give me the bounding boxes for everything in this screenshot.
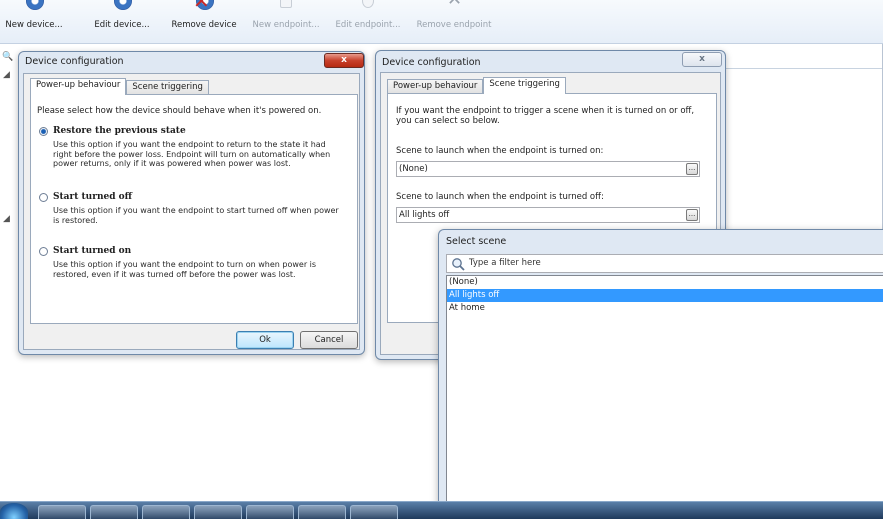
taskbar-media-icon[interactable] [90, 505, 138, 519]
option-label: Restore the previous state [53, 126, 186, 136]
ok-button[interactable]: Ok [236, 331, 294, 349]
taskbar [0, 501, 883, 519]
option-label: Start turned on [53, 246, 132, 256]
tab-scene-triggering[interactable]: Scene triggering [126, 80, 209, 95]
edit-device-button[interactable]: Edit device... [94, 0, 150, 44]
remove-endpoint-button[interactable]: ✕ Remove endpoint [416, 0, 492, 44]
scene-list[interactable]: (None) All lights off At home [446, 275, 883, 505]
app-window: New device... Edit device... ✕ Remove de… [0, 0, 883, 519]
remove-device-icon: ✕ [191, 0, 217, 18]
off-scene-field[interactable]: All lights off ... [396, 207, 700, 223]
taskbar-explorer-icon[interactable] [38, 505, 86, 519]
remove-endpoint-label: Remove endpoint [416, 20, 492, 30]
edit-device-label: Edit device... [94, 20, 150, 30]
taskbar-browser-icon[interactable] [142, 505, 190, 519]
toolbar: New device... Edit device... ✕ Remove de… [0, 0, 883, 44]
radio-selected-icon[interactable] [39, 126, 48, 136]
tab-power-up-behaviour[interactable]: Power-up behaviour [387, 79, 484, 94]
new-endpoint-label: New endpoint... [252, 20, 320, 30]
select-scene-title: Select scene [446, 236, 507, 247]
option-description: Use this option if you want the endpoint… [53, 140, 331, 168]
filter-placeholder: Type a filter here [469, 258, 541, 268]
browse-off-scene-button[interactable]: ... [686, 209, 698, 221]
tab-power-up-behaviour[interactable]: Power-up behaviour [30, 78, 127, 95]
start-orb-icon[interactable] [0, 503, 28, 519]
dialog-body: Power-up behaviour Scene triggering Plea… [23, 73, 360, 350]
new-device-button[interactable]: New device... [5, 0, 63, 44]
tab-strip: Power-up behaviour Scene triggering [30, 78, 209, 95]
remove-device-label: Remove device [171, 20, 237, 30]
power-up-panel: Please select how the device should beha… [30, 94, 358, 324]
edit-endpoint-label: Edit endpoint... [335, 20, 401, 30]
new-device-icon [21, 0, 47, 18]
option-label: Start turned off [53, 192, 133, 202]
taskbar-vs-icon[interactable] [246, 505, 294, 519]
off-scene-label: Scene to launch when the endpoint is tur… [396, 192, 604, 202]
tab-strip: Power-up behaviour Scene triggering [387, 77, 566, 94]
on-scene-value: (None) [399, 164, 428, 174]
new-endpoint-icon [273, 0, 299, 18]
power-up-prompt: Please select how the device should beha… [37, 106, 322, 116]
content-divider [722, 68, 882, 69]
remove-endpoint-icon: ✕ [441, 0, 467, 18]
radio-icon[interactable] [39, 192, 48, 202]
dialog-title: Device configuration [382, 57, 481, 68]
tree-expander-icon[interactable]: ◢ [3, 70, 10, 80]
option-start-off[interactable]: Start turned off [39, 192, 132, 202]
option-description: Use this option if you want the endpoint… [53, 260, 317, 279]
close-button[interactable]: x [324, 53, 364, 68]
cancel-button[interactable]: Cancel [300, 331, 358, 349]
tree-search-icon: 🔍 [2, 52, 14, 62]
edit-device-icon [109, 0, 135, 18]
option-restore-previous[interactable]: Restore the previous state [39, 126, 186, 136]
on-scene-label: Scene to launch when the endpoint is tur… [396, 146, 604, 156]
tree-expander-icon[interactable]: ◢ [3, 214, 10, 224]
new-endpoint-button[interactable]: New endpoint... [252, 0, 320, 44]
option-start-on[interactable]: Start turned on [39, 246, 131, 256]
taskbar-word-icon[interactable] [194, 505, 242, 519]
browse-on-scene-button[interactable]: ... [686, 163, 698, 175]
taskbar-app-icon[interactable] [350, 505, 398, 519]
new-device-label: New device... [5, 20, 63, 30]
radio-icon[interactable] [39, 246, 48, 256]
close-button[interactable]: x [682, 52, 722, 67]
scene-list-item[interactable]: At home [447, 302, 883, 315]
remove-device-button[interactable]: ✕ Remove device [171, 0, 237, 44]
scene-intro: If you want the endpoint to trigger a sc… [396, 106, 695, 126]
scene-list-item[interactable]: (None) [447, 276, 883, 289]
on-scene-field[interactable]: (None) ... [396, 161, 700, 177]
edit-endpoint-icon [355, 0, 381, 18]
edit-endpoint-button[interactable]: Edit endpoint... [335, 0, 401, 44]
select-scene-dialog: Select scene Type a filter here (None) A… [438, 229, 883, 505]
scene-filter-input[interactable]: Type a filter here [446, 254, 883, 273]
tab-scene-triggering[interactable]: Scene triggering [483, 77, 566, 94]
search-icon [452, 258, 465, 271]
dialog-title: Device configuration [25, 56, 124, 67]
off-scene-value: All lights off [399, 210, 450, 220]
scene-list-item-selected[interactable]: All lights off [447, 289, 883, 302]
option-description: Use this option if you want the endpoint… [53, 206, 339, 225]
taskbar-app-icon[interactable] [298, 505, 346, 519]
device-config-dialog-power: Device configuration x Power-up behaviou… [18, 51, 365, 355]
